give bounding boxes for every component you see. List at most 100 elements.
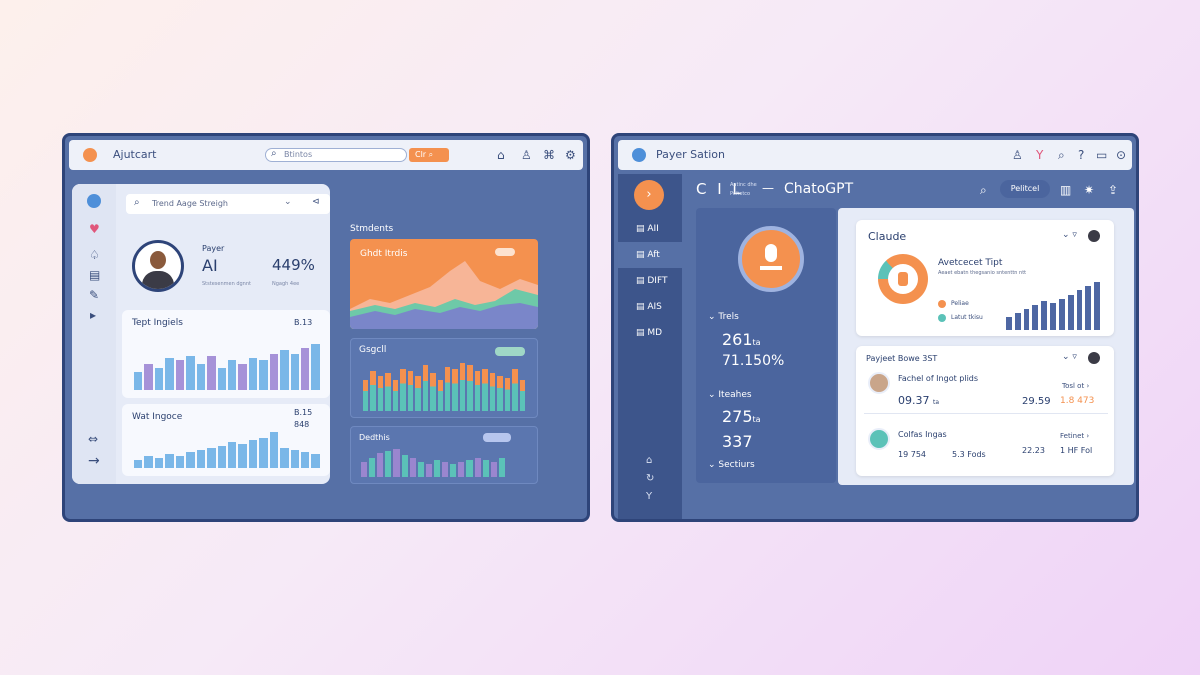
chart-card-2-title: Wat Ingoce <box>132 412 183 422</box>
bars1-bar-12 <box>259 360 268 390</box>
list-card: Payjeet Bowe 3ST ⌄ ▿ Fachel of Ingot pli… <box>856 346 1114 476</box>
cbars-bar-4 <box>1041 300 1048 330</box>
claude-card: Claude ⌄ ▿ Avetcecet Tipt Aeaet ebatn th… <box>856 220 1114 336</box>
stacked-bar-6 <box>407 371 414 411</box>
stats3-label: ⌄ Sectiurs <box>708 460 755 470</box>
search-button[interactable]: Clr ⌕ <box>409 148 449 162</box>
row1-value-a: 09.37 ta <box>898 394 939 407</box>
sidebar-heart-icon[interactable]: ♥ <box>89 222 100 236</box>
search-input[interactable]: ⌕ Btintos <box>265 148 407 162</box>
claude-chevron-icon[interactable]: ⌄ ▿ <box>1062 230 1077 240</box>
head-sync-icon[interactable]: ✷ <box>1084 183 1094 197</box>
head-share-icon[interactable]: ⇪ <box>1108 183 1118 197</box>
nav-item-1[interactable]: ▤ Aft <box>618 242 682 268</box>
left-titlebar: Ajutcart ⌕ Btintos Clr ⌕ ⌂ ♙ ⌘ ⚙ <box>69 140 583 170</box>
profile-label: Payer <box>202 244 225 253</box>
stats1-value2: 71.150% <box>722 353 785 369</box>
stacked-bar-16 <box>482 369 488 411</box>
sidebar-logo-icon[interactable]: › <box>634 180 664 210</box>
sidebar-bell-icon[interactable]: ♤ <box>89 248 100 262</box>
stats2-label-text: Iteahes <box>718 390 752 400</box>
stacked-bar-11 <box>444 367 451 411</box>
bars2-bar-12 <box>259 438 268 468</box>
chart-card-1-title: Tept Ingiels <box>132 318 183 328</box>
filter-icon[interactable]: Y <box>646 490 652 504</box>
mic-button-icon[interactable] <box>738 226 804 292</box>
bars2-bar-1 <box>144 456 153 468</box>
stats1-label: ⌄ Trels <box>708 312 739 322</box>
bookmark-icon[interactable]: ⌘ <box>543 148 555 162</box>
cbars-bar-2 <box>1023 309 1030 330</box>
left-app-title: Ajutcart <box>113 148 157 161</box>
nav-label-3: AIS <box>647 302 662 312</box>
stats2-value2: 337 <box>722 432 753 451</box>
stacked-bar-15 <box>474 371 481 411</box>
bars2-bar-0 <box>134 460 143 468</box>
head-grid-icon[interactable]: ▥ <box>1060 183 1071 197</box>
sub-search-input[interactable]: ⌕ Trend Aage Streigh ⌄ ⊲ <box>126 194 330 214</box>
nav-item-3[interactable]: ▤ AIS <box>618 294 682 320</box>
left-main-panel: ♥ ♤ ▤ ✎ ▸ ⇔ → ⌕ Trend Aage Streigh ⌄ ⊲ P… <box>72 184 330 484</box>
right-titlebar: Payer Sation ♙ Y ⌕ ? ▭ ⊙ <box>618 140 1132 170</box>
nav-icon-2: ▤ <box>636 276 648 286</box>
row2-value-c: 22.23 <box>1022 446 1045 455</box>
cbars-bar-1 <box>1014 313 1021 330</box>
settings-icon[interactable]: ⊙ <box>1116 148 1126 162</box>
stacked-bar-chart <box>363 363 525 411</box>
cbars-bar-8 <box>1076 290 1083 330</box>
head-title: ChatoGPT <box>784 181 854 197</box>
bars2-bar-7 <box>207 448 216 468</box>
alert-icon[interactable]: Y <box>1036 148 1043 162</box>
list-row-1[interactable]: Fachel of Ingot plids Tosl ot › 09.37 ta… <box>864 370 1108 414</box>
purple-bar-chart <box>361 449 505 477</box>
stats2-label: ⌄ Iteahes <box>708 390 752 400</box>
bars1-bar-6 <box>196 364 206 390</box>
bars1-bar-2 <box>154 368 164 390</box>
nav-item-2[interactable]: ▤ DIFT <box>618 268 682 294</box>
sidebar-doc-icon[interactable]: ▤ <box>89 268 100 282</box>
grouped-card-toggle[interactable] <box>495 347 525 356</box>
filter-icon[interactable]: ⊲ <box>312 197 320 207</box>
nav-item-4[interactable]: ▤ MD <box>618 320 682 346</box>
row1-value-a-num: 09.37 <box>898 394 930 407</box>
legend-label-1: Peliae <box>951 300 969 307</box>
nav-item-0[interactable]: ▤ AII <box>618 216 682 242</box>
chart-card-1-value: B.13 <box>294 318 313 327</box>
bars1-bar-10 <box>238 364 247 390</box>
right-app-title: Payer Sation <box>656 148 725 161</box>
help-icon[interactable]: ? <box>1078 148 1084 162</box>
window-icon[interactable]: ▭ <box>1096 148 1107 162</box>
orange-chart-card: Ghdt Itrdis <box>350 239 538 329</box>
sidebar-arrow-icon[interactable]: → <box>88 454 100 468</box>
refresh-icon[interactable]: ↻ <box>646 472 654 486</box>
user-icon[interactable]: ♙ <box>521 148 532 162</box>
list-chevron-icon[interactable]: ⌄ ▿ <box>1062 352 1077 362</box>
right-app-window: Payer Sation ♙ Y ⌕ ? ▭ ⊙ › ▤ AII ▤ Aft ▤ D… <box>611 133 1139 522</box>
bar-chart-1 <box>134 344 320 390</box>
stacked-bar-5 <box>400 369 406 411</box>
list-row-2[interactable]: Colfas Ingas Fetinet › 19 754 5.3 Fods 2… <box>864 422 1108 468</box>
profile-avatar <box>132 240 184 292</box>
stats1-value1-suffix: ta <box>752 338 761 347</box>
row2-value-b: 5.3 Fods <box>952 450 986 459</box>
profile-icon[interactable]: ♙ <box>1012 148 1023 162</box>
settings-icon[interactable]: ⚙ <box>565 148 576 162</box>
sidebar-play-icon[interactable]: ▸ <box>90 308 96 322</box>
chart-card-2-value2: 848 <box>294 420 310 429</box>
head-button[interactable]: Pelitcel <box>1000 180 1050 198</box>
claude-subsubtitle: Aeaet ebatn thegsanio sntenttn ntt <box>938 270 1027 276</box>
search-icon[interactable]: ⌕ <box>1058 148 1065 162</box>
row2-link[interactable]: Fetinet › <box>1060 432 1089 440</box>
orange-card-toggle[interactable] <box>495 248 515 256</box>
stacked-bar-18 <box>497 375 503 411</box>
home-icon[interactable]: ⌂ <box>646 454 652 468</box>
search-button-label: Clr <box>415 150 427 159</box>
sidebar-code-icon[interactable]: ⇔ <box>88 432 98 446</box>
sidebar-avatar-icon[interactable] <box>87 194 101 208</box>
head-search-icon[interactable]: ⌕ <box>980 183 987 197</box>
sidebar-leaf-icon[interactable]: ✎ <box>89 288 99 302</box>
purple-card-toggle[interactable] <box>483 433 511 442</box>
home-icon[interactable]: ⌂ <box>497 148 505 162</box>
row1-link[interactable]: Tosl ot › <box>1062 382 1089 390</box>
bars2-bar-3 <box>165 454 174 468</box>
